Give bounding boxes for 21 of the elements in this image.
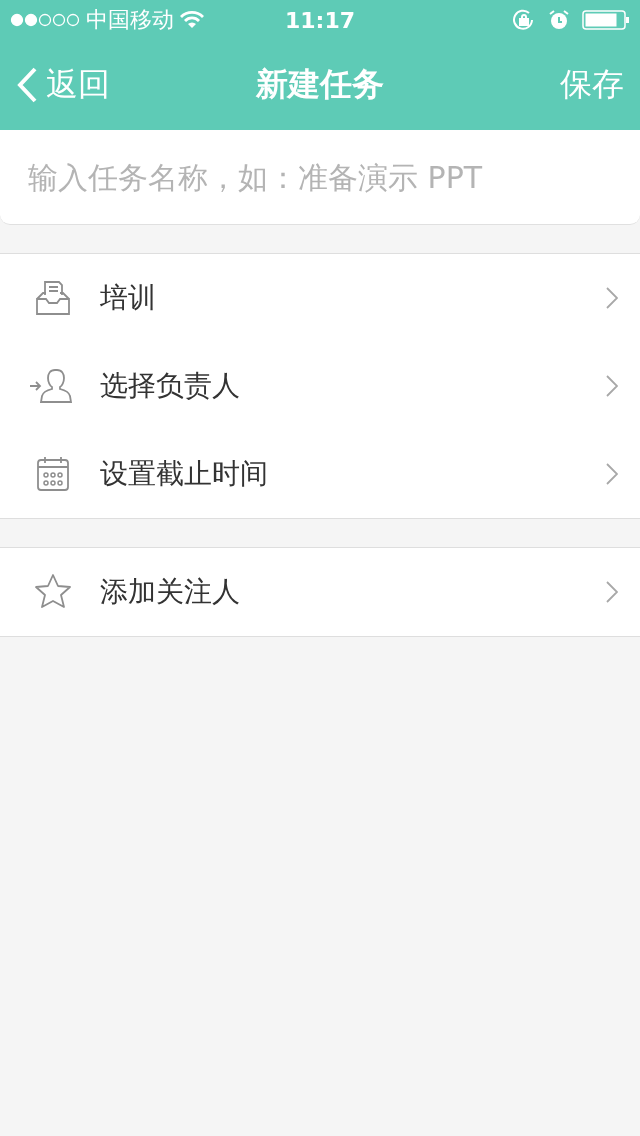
- alarm-icon: [548, 9, 570, 31]
- carrier-name: 中国移动: [86, 6, 174, 34]
- chevron-right-icon: [606, 287, 618, 309]
- item-label: 设置截止时间: [100, 456, 269, 492]
- rotation-lock-icon: [512, 9, 536, 31]
- task-name-field[interactable]: 输入任务名称，如：准备演示 PPT: [0, 130, 640, 225]
- chevron-right-icon: [606, 581, 618, 603]
- inbox-icon: [34, 279, 72, 317]
- wifi-icon: [180, 11, 204, 29]
- chevron-right-icon: [606, 375, 618, 397]
- item-label: 添加关注人: [100, 574, 241, 610]
- item-label: 培训: [100, 280, 157, 316]
- calendar-icon: [34, 455, 72, 493]
- clock-time: 11:17: [285, 7, 355, 33]
- page-title: 新建任务: [256, 65, 384, 103]
- item-label: 选择负责人: [100, 368, 241, 404]
- signal-icon: [10, 13, 80, 27]
- chevron-right-icon: [606, 463, 618, 485]
- battery-icon: [582, 10, 630, 30]
- star-icon: [34, 573, 72, 611]
- chevron-left-icon: [16, 67, 38, 103]
